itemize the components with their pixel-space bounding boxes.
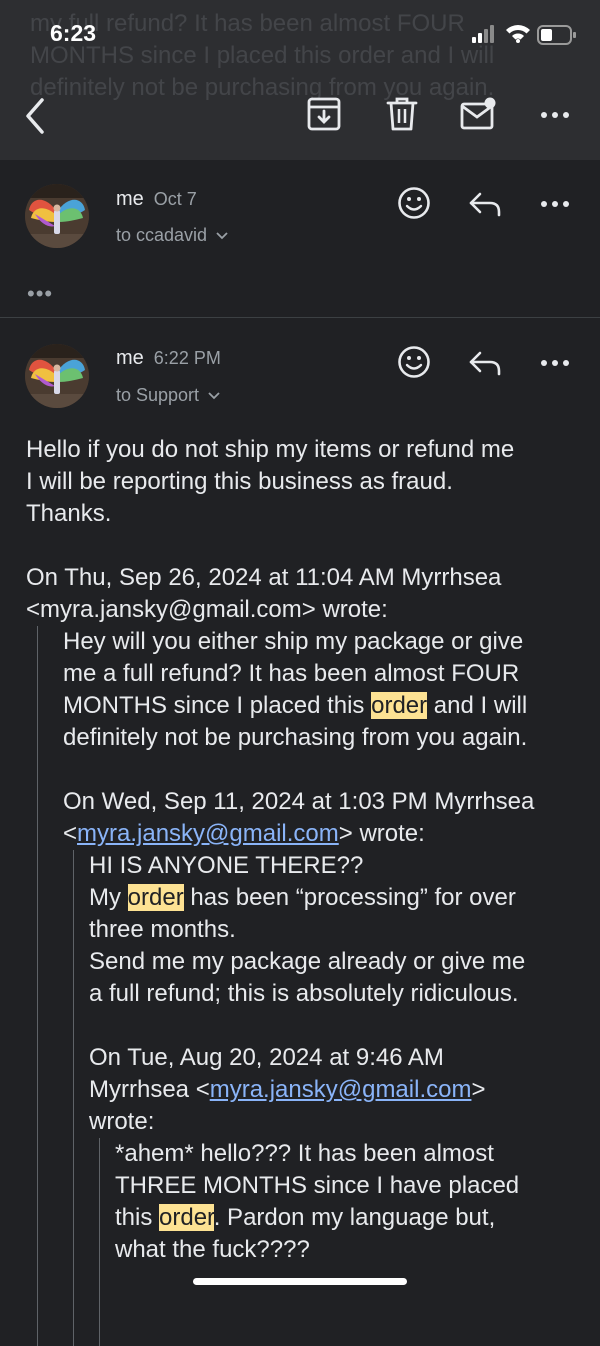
chevron-down-icon (208, 392, 220, 400)
body-line: Hello if you do not ship my items or ref… (26, 436, 515, 463)
body-line: I will be reporting this business as fra… (26, 468, 453, 495)
email-link[interactable]: myra.jansky@gmail.com (77, 820, 339, 847)
wifi-icon (506, 25, 530, 43)
trash-icon[interactable] (386, 96, 418, 132)
more-horizontal-icon[interactable] (540, 199, 570, 209)
search-highlight: order (127, 884, 184, 911)
status-time: 6:23 (50, 20, 97, 46)
mark-unread-icon[interactable] (460, 97, 498, 131)
sender-line: me 6:22 PM (116, 347, 221, 370)
smiley-icon[interactable] (397, 345, 431, 379)
show-trimmed-button[interactable]: ••• (27, 281, 53, 307)
open-message-header: me 6:22 PM to Support (0, 318, 600, 428)
quoted-text-level-1: Hey will you either ship my package or g… (37, 626, 586, 1346)
avatar (25, 344, 89, 408)
quote-attribution: wrote: (89, 1108, 155, 1135)
recipient-toggle[interactable]: to ccadavid (116, 225, 228, 246)
more-horizontal-icon[interactable] (540, 358, 570, 368)
status-bar: 6:23 (0, 0, 600, 70)
quote-attribution: On Wed, Sep 11, 2024 at 1:03 PM Myrrhsea (63, 788, 535, 815)
quoted-text-level-3: *ahem* hello??? It has been almost THREE… (99, 1138, 586, 1346)
recipient-toggle[interactable]: to Support (116, 385, 220, 406)
reply-icon[interactable] (468, 349, 502, 377)
collapsed-message[interactable]: me Oct 7 to ccadavid (0, 160, 600, 317)
search-highlight: order (371, 692, 428, 719)
more-horizontal-icon[interactable] (540, 110, 570, 120)
sender-name: me (116, 347, 144, 369)
message-date: 6:22 PM (153, 348, 221, 368)
archive-icon[interactable] (307, 96, 341, 132)
quoted-text-level-2: HI IS ANYONE THERE?? My order has been “… (73, 850, 586, 1346)
quote-attribution: <myra.jansky@gmail.com> wrote: (63, 820, 425, 847)
reply-icon[interactable] (468, 190, 502, 218)
message-date: Oct 7 (153, 189, 197, 209)
quote-attribution: <myra.jansky@gmail.com> wrote: (26, 596, 388, 623)
avatar-wings-image-icon (25, 344, 89, 408)
battery-icon (537, 25, 576, 45)
sender-name: me (116, 188, 144, 210)
top-app-bar: my full refund? It has been almost FOUR … (0, 0, 600, 160)
email-link[interactable]: myra.jansky@gmail.com (210, 1076, 472, 1103)
back-arrow-icon[interactable] (22, 96, 48, 136)
smiley-icon[interactable] (397, 186, 431, 220)
search-highlight: order (159, 1204, 214, 1231)
recipient-text: to ccadavid (116, 225, 208, 245)
sender-line: me Oct 7 (116, 188, 197, 211)
quote-attribution: On Tue, Aug 20, 2024 at 9:46 AM (89, 1044, 444, 1071)
cellular-signal-icon (472, 25, 494, 43)
avatar-wings-image-icon (25, 184, 89, 248)
quote-attribution: Myrrhsea <myra.jansky@gmail.com> (89, 1076, 486, 1103)
recipient-text: to Support (116, 385, 200, 405)
quote-attribution: On Thu, Sep 26, 2024 at 11:04 AM Myrrhse… (26, 564, 502, 591)
avatar (25, 184, 89, 248)
home-indicator[interactable] (193, 1278, 407, 1285)
chevron-down-icon (216, 232, 228, 240)
message-body: Hello if you do not ship my items or ref… (26, 434, 586, 1346)
body-line: Thanks. (26, 500, 112, 527)
